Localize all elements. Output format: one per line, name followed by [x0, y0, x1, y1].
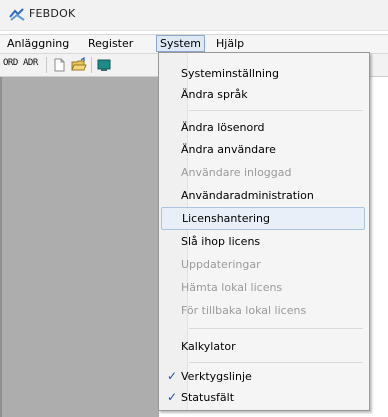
menu-item-andra-sprak[interactable]: Ändra språk	[161, 84, 365, 105]
menu-item-label: Ändra användare	[181, 143, 276, 156]
menu-system[interactable]: System	[156, 35, 206, 52]
menu-anlaggning[interactable]: Anläggning	[4, 36, 72, 51]
workspace	[0, 77, 159, 417]
menu-item-systeminstallning[interactable]: Systeminställning	[161, 63, 365, 84]
menu-item-label: Uppdateringar	[181, 258, 261, 271]
new-document-icon[interactable]	[51, 57, 67, 73]
menu-item-anvandare-inloggad: Användare inloggad	[161, 162, 365, 183]
menu-item-sla-ihop-licens[interactable]: Slå ihop licens	[161, 231, 365, 252]
toolbar-separator	[46, 57, 47, 73]
checkmark-icon: ✓	[167, 390, 178, 404]
menu-item-statusfalt[interactable]: ✓ Statusfält	[161, 387, 365, 408]
menu-item-andra-losenord[interactable]: Ändra lösenord	[161, 117, 365, 138]
menu-item-verktygslinje[interactable]: ✓ Verktygslinje	[161, 366, 365, 387]
menu-item-label: Ändra språk	[181, 88, 248, 101]
menu-item-label: Systeminställning	[181, 67, 279, 80]
workspace-border	[0, 77, 2, 417]
menu-item-label: Användare inloggad	[181, 166, 292, 179]
menu-item-label: För tillbaka lokal licens	[181, 304, 307, 317]
menu-item-uppdateringar: Uppdateringar	[161, 254, 365, 275]
system-dropdown-menu: Systeminställning Ändra språk Ändra löse…	[158, 52, 370, 411]
app-window: FEBDOK Anläggning Register System Hjälp …	[0, 0, 388, 417]
menu-item-andra-anvandare[interactable]: Ändra användare	[161, 139, 365, 160]
menu-item-label: Ändra lösenord	[181, 121, 265, 134]
menu-item-label: Hämta lokal licens	[181, 281, 283, 294]
open-folder-icon[interactable]	[71, 57, 87, 73]
menu-item-label: Slå ihop licens	[181, 235, 261, 248]
toolbar-separator	[91, 57, 92, 73]
monitor-icon[interactable]	[96, 57, 112, 73]
menu-register[interactable]: Register	[85, 36, 136, 51]
title-bar: FEBDOK	[0, 0, 388, 31]
menu-separator	[189, 362, 363, 363]
menu-item-for-tillbaka-lokal-licens: För tillbaka lokal licens	[161, 300, 365, 321]
adr-button[interactable]: ADR	[23, 58, 38, 68]
menu-item-anvandaradministration[interactable]: Användaradministration	[161, 185, 365, 206]
menu-item-label: Kalkylator	[181, 340, 236, 353]
menu-item-label: Statusfält	[181, 391, 235, 404]
checkmark-icon: ✓	[167, 369, 178, 383]
menu-separator	[189, 110, 363, 111]
menu-bar: Anläggning Register System Hjälp	[0, 34, 388, 54]
menu-item-label: Licenshantering	[182, 212, 270, 225]
febdok-logo-icon	[9, 8, 25, 21]
menu-item-licenshantering[interactable]: Licenshantering	[161, 207, 365, 230]
menu-item-label: Användaradministration	[181, 189, 314, 202]
menu-item-hamta-lokal-licens: Hämta lokal licens	[161, 277, 365, 298]
menu-hjalp[interactable]: Hjälp	[213, 36, 247, 51]
ord-button[interactable]: ORD	[3, 58, 18, 68]
window-title: FEBDOK	[29, 7, 76, 20]
menu-item-label: Verktygslinje	[181, 370, 252, 383]
menu-item-kalkylator[interactable]: Kalkylator	[161, 336, 365, 357]
menu-separator	[189, 328, 363, 329]
